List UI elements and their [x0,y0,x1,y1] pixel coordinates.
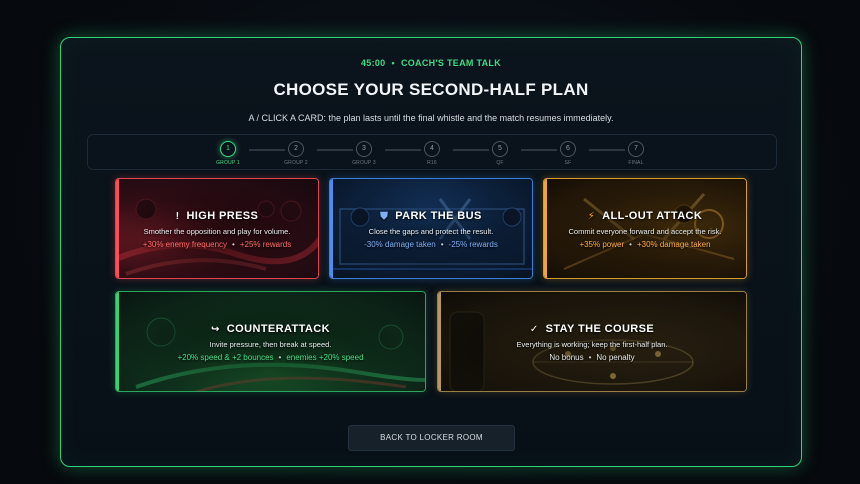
card-park-the-bus[interactable]: ⛊ PARK THE BUS Close the gaps and protect… [329,178,533,279]
effect-secondary: +30% damage taken [636,240,711,249]
card-name: HIGH PRESS [186,210,259,222]
card-description: Commit everyone forward and accept the r… [568,227,722,236]
match-info: 45:00 • COACH'S TEAM TALK [61,58,801,68]
effect-separator: • [629,240,632,249]
effect-secondary: -25% rewards [448,240,498,249]
card-name: PARK THE BUS [395,210,482,222]
step-label: GROUP 3 [352,160,376,166]
step-label: R16 [427,160,437,166]
shield-icon: ⛊ [380,211,389,222]
step-label: QF [496,160,504,166]
effect-separator: • [440,240,444,249]
card-name: ALL-OUT ATTACK [602,210,703,222]
card-title: ↪ COUNTERATTACK [116,323,425,335]
effect-secondary: enemies +20% speed [286,353,364,362]
card-title: ⚡ ALL-OUT ATTACK [544,210,746,222]
effect-primary: +20% speed & +2 bounces [177,353,274,362]
section-label: COACH'S TEAM TALK [400,58,502,68]
card-effects: +20% speed & +2 bounces • enemies +20% spe… [116,353,425,362]
effect-primary: -30% damage taken [364,240,436,249]
step-final: 7 FINAL [616,141,656,166]
match-time: 45:00 [360,58,386,68]
card-all-out-attack[interactable]: ⚡ ALL-OUT ATTACK Commit everyone forward … [543,178,747,279]
team-talk-panel: 45:00 • COACH'S TEAM TALK CHOOSE YOUR SECO… [60,37,802,467]
card-title: ✓ STAY THE COURSE [438,323,746,335]
card-title: ! HIGH PRESS [116,210,318,222]
step-group-3: 3 GROUP 3 [344,141,384,166]
step-number: 7 [628,141,644,157]
card-description: Invite pressure, then break at speed. [209,340,332,349]
card-content: ! HIGH PRESS Smother the opposition and p… [116,210,318,249]
card-effects: +35% power • +30% damage taken [544,240,746,249]
counter-arrow-icon: ↪ [211,324,220,335]
step-number: 2 [288,141,304,157]
step-number: 4 [424,141,440,157]
effect-separator: • [588,353,592,362]
card-high-press[interactable]: ! HIGH PRESS Smother the opposition and p… [115,178,319,279]
lightning-icon: ⚡ [587,211,596,222]
step-number: 6 [560,141,576,157]
card-content: ⚡ ALL-OUT ATTACK Commit everyone forward … [544,210,746,249]
step-qf: 5 QF [480,141,520,166]
card-effects: -30% damage taken • -25% rewards [330,240,532,249]
card-description: Smother the opposition and play for volu… [143,227,291,236]
step-label: SF [564,160,572,166]
effect-secondary: +25% rewards [239,240,292,249]
step-number: 3 [356,141,372,157]
step-number: 1 [220,141,236,157]
step-label: GROUP 2 [284,160,308,166]
page-title: CHOOSE YOUR SECOND-HALF PLAN [273,80,589,99]
card-content: ✓ STAY THE COURSE Everything is working; … [438,323,746,362]
card-effects: No bonus • No penalty [438,353,746,362]
effect-primary: +30% enemy frequency [142,240,228,249]
separator-dot: • [391,58,395,68]
card-description: Close the gaps and protect the result. [368,227,494,236]
progress-steps: 1 GROUP 1 2 GROUP 2 3 GROUP 3 4 R16 5 QF… [216,141,656,167]
step-number: 5 [492,141,508,157]
step-label: GROUP 1 [216,160,240,166]
checkmark-icon: ✓ [529,324,539,335]
card-name: STAY THE COURSE [545,323,655,335]
effect-primary: No bonus [549,353,584,362]
card-name: COUNTERATTACK [226,323,330,335]
card-description: Everything is working; keep the first-ha… [516,340,668,349]
effect-secondary: No penalty [596,353,635,362]
card-content: ↪ COUNTERATTACK Invite pressure, then bre… [116,323,425,362]
card-counterattack[interactable]: ↪ COUNTERATTACK Invite pressure, then bre… [115,291,426,392]
card-content: ⛊ PARK THE BUS Close the gaps and protect… [330,210,532,249]
effect-separator: • [278,353,282,362]
step-sf: 6 SF [548,141,588,166]
effect-separator: • [232,240,235,249]
effect-primary: +35% power [579,240,625,249]
card-title: ⛊ PARK THE BUS [330,210,532,222]
back-to-locker-room-button[interactable]: BACK TO LOCKER ROOM [348,425,515,451]
step-r16: 4 R16 [412,141,452,166]
step-group-2: 2 GROUP 2 [276,141,316,166]
step-group-1: 1 GROUP 1 [208,141,248,166]
instructions: A / CLICK A CARD: the plan lasts until t… [248,113,614,123]
exclamation-icon: ! [175,211,180,222]
card-stay-the-course[interactable]: ✓ STAY THE COURSE Everything is working; … [437,291,747,392]
card-effects: +30% enemy frequency • +25% rewards [116,240,318,249]
tournament-progress: 1 GROUP 1 2 GROUP 2 3 GROUP 3 4 R16 5 QF… [87,134,777,170]
step-label: FINAL [628,160,644,166]
